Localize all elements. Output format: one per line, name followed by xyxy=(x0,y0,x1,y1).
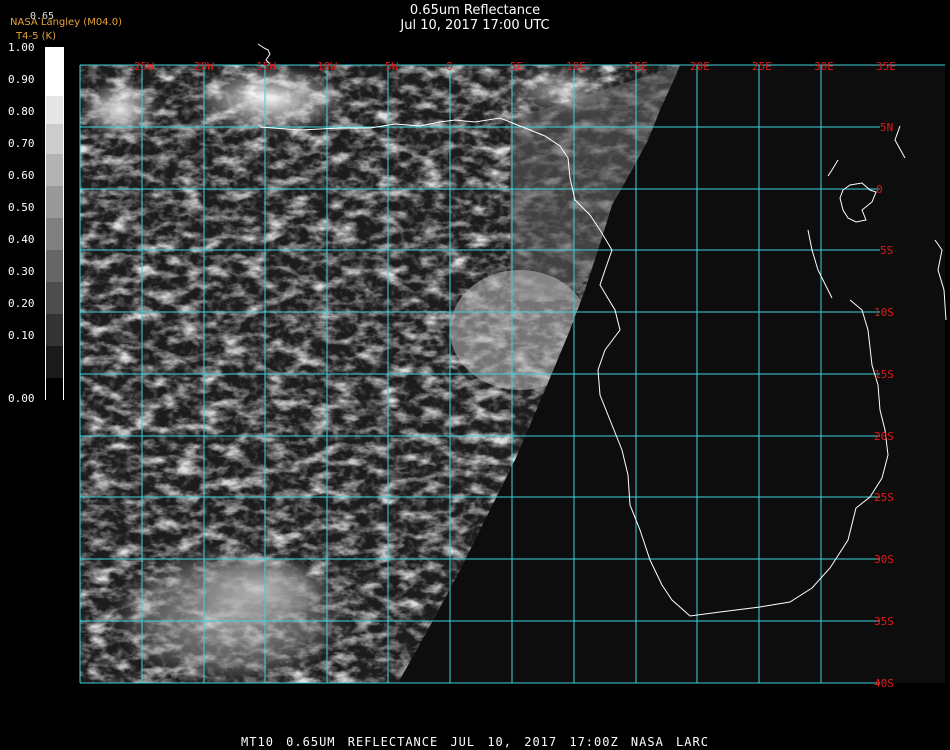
scale-label: 0.50 xyxy=(8,201,35,214)
lat-label: 10S xyxy=(874,306,894,319)
lat-label: 15S xyxy=(874,368,894,381)
lat-label: 5N xyxy=(880,121,893,134)
image-title: 0.65um Reflectance xyxy=(409,3,541,18)
scale-label: 0.20 xyxy=(8,297,35,310)
scale-label: 0.40 xyxy=(8,233,35,246)
scale-label: 0.70 xyxy=(8,137,35,150)
scale-label: 0.80 xyxy=(8,105,35,118)
lon-label: 5E xyxy=(510,60,523,73)
lon-label: 30E xyxy=(814,60,834,73)
image-timestamp: Jul 10, 2017 17:00 UTC xyxy=(400,18,550,33)
scale-label: 0.30 xyxy=(8,265,35,278)
lat-label: 25S xyxy=(874,491,894,504)
scale-label: 1.00 xyxy=(8,41,35,54)
color-scale-bar xyxy=(45,47,64,409)
lon-label: 20E xyxy=(690,60,710,73)
scale-label: 0.10 xyxy=(8,329,35,342)
lon-label: 0 xyxy=(446,60,453,73)
lon-label: 20W xyxy=(194,60,214,73)
lat-label: 40S xyxy=(874,677,894,690)
lat-label: 0 xyxy=(876,183,883,196)
lat-label: 30S xyxy=(874,553,894,566)
lat-label: 35S xyxy=(874,615,894,628)
scale-label: 0.90 xyxy=(8,73,35,86)
scale-label: 0.00 xyxy=(8,392,35,405)
credit-source: NASA Langley (M04.0) xyxy=(10,17,122,28)
lon-label: 35E xyxy=(876,60,896,73)
lon-label: 5W xyxy=(385,60,399,73)
footer-caption: MT10 0.65UM REFLECTANCE JUL 10, 2017 17:… xyxy=(241,735,709,749)
lon-label: 25W xyxy=(134,60,154,73)
lat-label: 20S xyxy=(874,430,894,443)
lon-label: 10W xyxy=(317,60,337,73)
satellite-map: 25W 20W 15W 10W 5W 0 5E 10E 15E 20E 25E … xyxy=(79,43,947,690)
lon-label: 25E xyxy=(752,60,772,73)
lon-label: 15W xyxy=(256,60,276,73)
lon-label: 15E xyxy=(628,60,648,73)
lat-label: 5S xyxy=(880,244,893,257)
lon-label: 10E xyxy=(566,60,586,73)
scale-label: 0.60 xyxy=(8,169,35,182)
